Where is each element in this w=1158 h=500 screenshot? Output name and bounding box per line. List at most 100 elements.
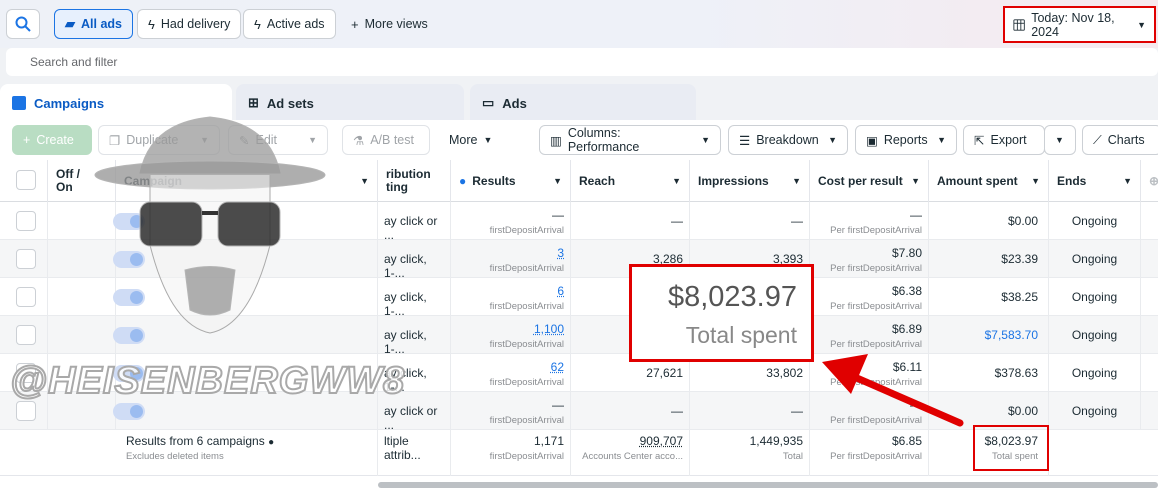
amount-spent-value: $378.63	[935, 354, 1042, 380]
header-label: Impressions	[698, 174, 769, 188]
total-spent-highlight-box	[973, 425, 1049, 471]
select-all-checkbox[interactable]	[16, 170, 36, 190]
caret-down-icon: ▼	[792, 176, 801, 186]
row-checkbox[interactable]	[16, 287, 36, 307]
header-attribution[interactable]: ribution ting	[378, 160, 451, 202]
totals-reach-sub: Accounts Center acco...	[577, 451, 683, 462]
attribution-cell: ay click or ...	[384, 202, 444, 242]
horizontal-scrollbar[interactable]	[378, 482, 1158, 488]
header-cost-per-result[interactable]: Cost per result ▼	[810, 160, 929, 202]
reach-value: 3,286	[577, 240, 683, 266]
add-column-button[interactable]: ⊕	[1141, 160, 1158, 202]
info-icon: ●	[268, 437, 274, 448]
ab-test-label: A/B test	[370, 133, 414, 147]
impressions-value: —	[696, 392, 803, 418]
cost-per-result-sub: Per firstDepositArrival	[816, 301, 922, 312]
header-impressions[interactable]: Impressions ▼	[690, 160, 810, 202]
cost-per-result-sub: Per firstDepositArrival	[816, 377, 922, 388]
results-value: —	[457, 202, 564, 222]
cost-per-result-value: $7.80	[816, 240, 922, 260]
ends-value: Ongoing	[1055, 240, 1134, 266]
results-value[interactable]: 1,100	[457, 316, 564, 336]
export-dropdown-button[interactable]: ▼	[1044, 125, 1076, 155]
caret-down-icon: ▼	[1031, 176, 1040, 186]
results-sub: firstDepositArrival	[457, 339, 564, 350]
reach-value: —	[577, 202, 683, 228]
header-label: Amount spent	[937, 174, 1018, 188]
watermark-text: @HEISENBERGWW8	[10, 360, 405, 403]
totals-reach[interactable]: 909,707	[577, 426, 683, 448]
caret-down-icon: ▼	[672, 176, 681, 186]
reports-icon: ▣	[866, 133, 878, 148]
breakdown-icon: ☰	[739, 133, 750, 148]
callout-amount: $8,023.97	[632, 281, 797, 314]
create-button[interactable]: + Create	[12, 125, 92, 155]
header-label: Results	[472, 174, 515, 188]
impressions-value: —	[696, 202, 803, 228]
search-input[interactable]: Search and filter	[6, 48, 1158, 76]
row-checkbox[interactable]	[16, 325, 36, 345]
attribution-cell: ay click, 1-...	[384, 316, 444, 356]
view-active-ads[interactable]: ϟ Active ads	[243, 9, 336, 39]
amount-spent-value: $23.39	[935, 240, 1042, 266]
totals-impressions: 1,449,935	[696, 426, 803, 448]
reports-button[interactable]: ▣ Reports ▼	[855, 125, 957, 155]
cost-per-result-value: —	[816, 392, 922, 412]
ends-value: Ongoing	[1055, 316, 1134, 342]
view-label: All ads	[81, 17, 122, 31]
charts-label: Charts	[1108, 133, 1145, 147]
cost-per-result-value: $6.11	[816, 354, 922, 374]
export-label: Export	[990, 133, 1026, 147]
flask-icon: ⚗	[353, 133, 364, 148]
cost-per-result-value: —	[816, 202, 922, 222]
amount-spent-value: $38.25	[935, 278, 1042, 304]
charts-button[interactable]: ⟋ Charts	[1082, 125, 1158, 155]
results-value: —	[457, 392, 564, 412]
search-button[interactable]	[6, 9, 40, 39]
cost-per-result-value: $6.89	[816, 316, 922, 336]
chevron-down-icon: ▼	[1137, 20, 1146, 30]
results-value[interactable]: 6	[457, 278, 564, 298]
view-had-delivery[interactable]: ϟ Had delivery	[137, 9, 241, 39]
date-picker[interactable]: Today: Nov 18, 2024 ▼	[1003, 6, 1156, 43]
ends-value: Ongoing	[1055, 392, 1134, 418]
row-checkbox[interactable]	[16, 249, 36, 269]
breakdown-label: Breakdown	[756, 133, 819, 147]
view-label: Active ads	[267, 17, 325, 31]
view-label: Had delivery	[161, 17, 230, 31]
total-spent-callout: $8,023.97 Total spent	[629, 264, 814, 362]
callout-label: Total spent	[632, 322, 797, 349]
amount-spent-value: $7,583.70	[935, 316, 1042, 342]
amount-spent-value: $0.00	[935, 202, 1042, 228]
results-value[interactable]: 3	[457, 240, 564, 260]
more-views-button[interactable]: + More views	[340, 9, 439, 39]
tab-label: Ads	[502, 96, 527, 111]
cost-per-result-value: $6.38	[816, 278, 922, 298]
row-checkbox[interactable]	[16, 401, 36, 421]
plus-icon: +	[23, 133, 30, 147]
cost-per-result-sub: Per firstDepositArrival	[816, 339, 922, 350]
results-sub: firstDepositArrival	[457, 377, 564, 388]
results-value[interactable]: 62	[457, 354, 564, 374]
top-bar: ▰ All ads ϟ Had delivery ϟ Active ads + …	[0, 0, 1158, 48]
header-label: Ends	[1057, 174, 1086, 188]
header-amount-spent[interactable]: Amount spent ▼	[929, 160, 1049, 202]
export-button[interactable]: ⇱ Export	[963, 125, 1045, 155]
header-results[interactable]: ● Results ▼	[451, 160, 571, 202]
row-checkbox[interactable]	[16, 211, 36, 231]
ab-test-button[interactable]: ⚗ A/B test	[342, 125, 430, 155]
results-sub: firstDepositArrival	[457, 301, 564, 312]
header-ends[interactable]: Ends ▼	[1049, 160, 1141, 202]
columns-button[interactable]: ▥ Columns: Performance ▼	[539, 125, 721, 155]
date-label: Today: Nov 18, 2024	[1031, 11, 1131, 39]
view-all-ads[interactable]: ▰ All ads	[54, 9, 133, 39]
totals-attribution: ltiple attrib...	[384, 426, 444, 462]
more-button[interactable]: More ▼	[438, 125, 508, 155]
tab-ads[interactable]: ▭ Ads	[470, 84, 696, 122]
chart-icon: ⟋	[1093, 133, 1102, 148]
breakdown-button[interactable]: ☰ Breakdown ▼	[728, 125, 848, 155]
attribution-cell: ay click, 1-...	[384, 240, 444, 280]
header-reach[interactable]: Reach ▼	[571, 160, 690, 202]
caret-down-icon: ▼	[1055, 135, 1064, 145]
attribution-cell: ay click, 1-...	[384, 278, 444, 318]
